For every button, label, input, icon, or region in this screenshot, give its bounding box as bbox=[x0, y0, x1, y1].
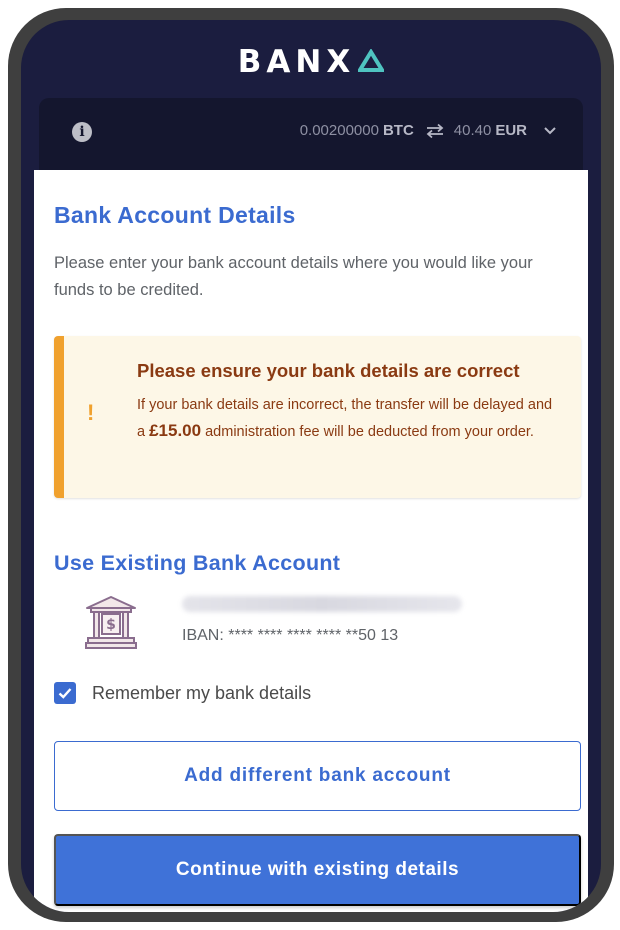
warning-text-end: administration fee will be deducted from… bbox=[201, 424, 534, 440]
page-title: Bank Account Details bbox=[54, 202, 296, 228]
brand-triangle-icon bbox=[358, 48, 385, 72]
svg-text:$: $ bbox=[106, 617, 116, 633]
phone-frame: BANX i 0.00200000 BTC 40.40 EUR Bank Acc… bbox=[8, 8, 614, 922]
brand-logo: BANX bbox=[21, 42, 601, 82]
fiat-currency: EUR bbox=[495, 122, 527, 139]
warning-fee: £15.00 bbox=[149, 421, 202, 440]
app-screen: BANX i 0.00200000 BTC 40.40 EUR Bank Acc… bbox=[21, 20, 601, 912]
continue-with-existing-button[interactable]: Continue with existing details bbox=[54, 834, 581, 906]
bank-icon: $ bbox=[85, 596, 137, 649]
page-subtitle: Please enter your bank account details w… bbox=[54, 254, 533, 299]
chevron-down-icon[interactable] bbox=[543, 126, 557, 136]
warning-exclamation-icon: ! bbox=[87, 400, 95, 425]
brand-name: BANX bbox=[237, 44, 356, 80]
crypto-amount: 0.00200000 bbox=[299, 122, 379, 139]
checkmark-icon bbox=[58, 688, 72, 699]
fiat-amount: 40.40 bbox=[453, 122, 492, 139]
remember-checkbox[interactable] bbox=[54, 682, 76, 704]
warning-text: If your bank details are incorrect, the … bbox=[137, 392, 557, 445]
bank-details-card: Bank Account Details Please enter your b… bbox=[34, 170, 588, 912]
add-different-bank-account-button[interactable]: Add different bank account bbox=[54, 741, 581, 811]
warning-banner: ! Please ensure your bank details are co… bbox=[54, 336, 581, 498]
remember-bank-details[interactable]: Remember my bank details bbox=[54, 682, 311, 704]
iban-value: IBAN: **** **** **** **** **50 13 bbox=[182, 627, 399, 644]
swap-arrows-icon bbox=[424, 123, 446, 139]
conversion-rate[interactable]: 0.00200000 BTC 40.40 EUR bbox=[300, 122, 557, 139]
remember-label: Remember my bank details bbox=[92, 682, 312, 703]
existing-account-heading: Use Existing Bank Account bbox=[54, 551, 341, 575]
crypto-currency: BTC bbox=[382, 122, 414, 139]
info-icon[interactable]: i bbox=[72, 122, 92, 142]
warning-title: Please ensure your bank details are corr… bbox=[137, 360, 520, 381]
account-holder-name-redacted bbox=[182, 596, 462, 612]
